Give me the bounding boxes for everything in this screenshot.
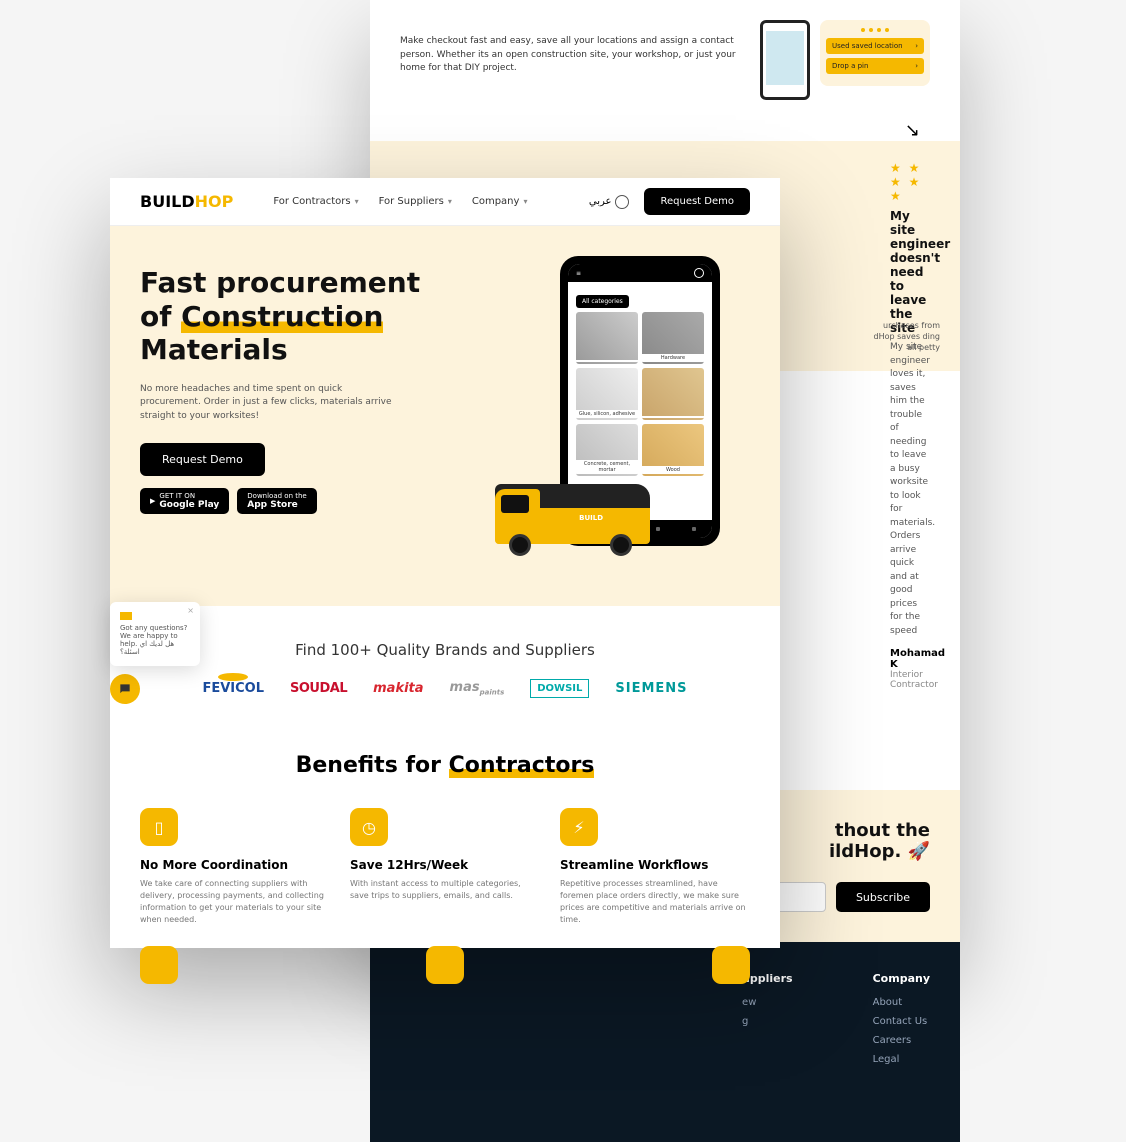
front-page: BUILDHOP For Contractors▾ For Suppliers▾…: [110, 178, 780, 948]
review-card: ★ ★ ★ ★ ★ My site engineer doesn't need …: [860, 141, 960, 710]
delivery-van-illustration: BUILDHOP: [495, 471, 650, 556]
benefit-icon: [712, 946, 750, 984]
lightning-icon: ⚡: [560, 808, 598, 846]
phone-mockup-mini: [760, 20, 810, 100]
benefit-icon: [140, 946, 178, 984]
benefit-title: Save 12Hrs/Week: [350, 858, 540, 872]
location-card: Used saved location› Drop a pin›: [820, 20, 930, 86]
brand-makita: makita: [373, 681, 423, 696]
brand-dowsil: DOWSIL: [530, 679, 589, 698]
chat-launcher-button[interactable]: [110, 674, 140, 704]
footer-heading-company: Company: [873, 972, 930, 985]
benefit-card: ◷ Save 12Hrs/Week With instant access to…: [350, 808, 540, 926]
brand-soudal: SOUDAL: [290, 681, 347, 696]
chevron-down-icon: ▾: [355, 197, 359, 206]
search-icon: [694, 268, 704, 278]
hero-request-demo-button[interactable]: Request Demo: [140, 443, 265, 476]
footer-link[interactable]: Legal: [873, 1054, 930, 1065]
logo[interactable]: BUILDHOP: [140, 192, 233, 211]
review-body: My site engineer loves it, saves him the…: [890, 341, 930, 638]
phone-icon: ▯: [140, 808, 178, 846]
brand-siemens: SIEMENS: [615, 681, 687, 696]
hero-title: Fast procurement of Construction Materia…: [140, 266, 435, 367]
star-rating: ★ ★ ★ ★ ★: [890, 161, 930, 203]
partial-review-text: urchases from dHop saves ding all petty: [870, 320, 940, 354]
arrow-decoration: ↘: [370, 120, 960, 141]
drop-pin-button[interactable]: Drop a pin›: [826, 58, 924, 74]
review-title: My site engineer doesn't need to leave t…: [890, 209, 930, 335]
benefit-title: Streamline Workflows: [560, 858, 750, 872]
hero-section: Fast procurement of Construction Materia…: [110, 226, 780, 606]
chat-logo-icon: [120, 612, 132, 620]
review-role: Interior Contractor: [890, 670, 930, 690]
chevron-down-icon: ▾: [448, 197, 452, 206]
nav-for-contractors[interactable]: For Contractors▾: [273, 196, 358, 207]
chat-icon: [118, 682, 132, 696]
footer-link[interactable]: g: [742, 1016, 793, 1027]
chat-message: Got any questions? We are happy to help.…: [120, 624, 190, 656]
benefit-card: ▯ No More Coordination We take care of c…: [140, 808, 330, 926]
checkout-text: Make checkout fast and easy, save all yo…: [400, 20, 740, 100]
brands-section: Find 100+ Quality Brands and Suppliers F…: [110, 606, 780, 733]
benefits-title: Benefits for Contractors: [140, 753, 750, 778]
brand-fevicol: FEVICOL: [202, 681, 264, 696]
nav-for-suppliers[interactable]: For Suppliers▾: [379, 196, 452, 207]
language-switch[interactable]: عربي: [589, 195, 630, 209]
benefit-icon: [426, 946, 464, 984]
subscribe-button[interactable]: Subscribe: [836, 882, 930, 912]
app-store-badge[interactable]: Download on theApp Store: [237, 488, 316, 514]
nav-company[interactable]: Company▾: [472, 196, 528, 207]
close-icon[interactable]: ×: [187, 606, 194, 615]
globe-icon: [615, 195, 629, 209]
benefit-desc: With instant access to multiple categori…: [350, 878, 540, 902]
request-demo-button[interactable]: Request Demo: [644, 188, 750, 215]
brands-title: Find 100+ Quality Brands and Suppliers: [140, 641, 750, 659]
chevron-down-icon: ▾: [523, 197, 527, 206]
benefit-desc: We take care of connecting suppliers wit…: [140, 878, 330, 926]
navbar: BUILDHOP For Contractors▾ For Suppliers▾…: [110, 178, 780, 226]
clock-icon: ◷: [350, 808, 388, 846]
brand-mas: maspaints: [450, 680, 505, 697]
saved-location-button[interactable]: Used saved location›: [826, 38, 924, 54]
footer-link[interactable]: Contact Us: [873, 1016, 930, 1027]
benefit-title: No More Coordination: [140, 858, 330, 872]
google-play-badge[interactable]: ▶GET IT ONGoogle Play: [140, 488, 229, 514]
chat-widget: × Got any questions? We are happy to hel…: [110, 602, 200, 704]
benefits-section: Benefits for Contractors ▯ No More Coord…: [110, 733, 780, 1004]
footer-link[interactable]: Careers: [873, 1035, 930, 1046]
footer-link[interactable]: About: [873, 997, 930, 1008]
all-categories-label: All categories: [576, 295, 629, 308]
hero-subtitle: No more headaches and time spent on quic…: [140, 383, 400, 424]
benefit-desc: Repetitive processes streamlined, have f…: [560, 878, 750, 926]
chat-popup: × Got any questions? We are happy to hel…: [110, 602, 200, 666]
benefit-card: ⚡ Streamline Workflows Repetitive proces…: [560, 808, 750, 926]
review-author: Mohamad K: [890, 648, 930, 670]
